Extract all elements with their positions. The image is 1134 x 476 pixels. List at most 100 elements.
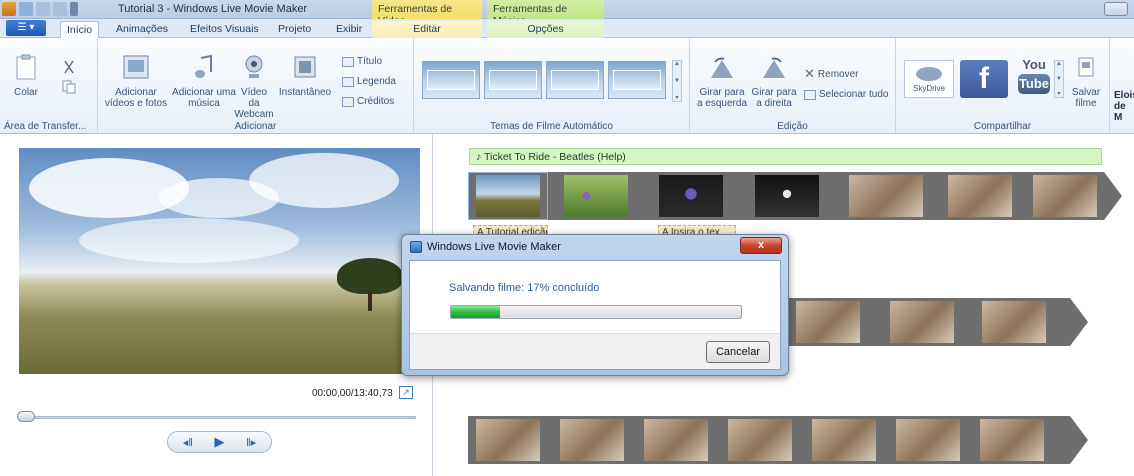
rotate-left-button[interactable]: Girar para a esquerda bbox=[696, 56, 748, 109]
tab-exibir[interactable]: Exibir bbox=[330, 21, 368, 38]
add-music-button[interactable]: Adicionar uma música bbox=[172, 54, 236, 109]
fullscreen-icon[interactable]: ↗ bbox=[399, 386, 413, 399]
save-icon[interactable] bbox=[19, 2, 33, 16]
rotate-right-label: Girar para a direita bbox=[751, 87, 797, 109]
group-automovie-themes: ▲ ▼ ▾ Temas de Filme Automático bbox=[414, 38, 690, 134]
group-edit: Girar para a esquerda Girar para a direi… bbox=[690, 38, 896, 134]
playback-controls: ◂‖ ▶ ‖▸ bbox=[167, 431, 272, 453]
save-movie-label: Salvar filme bbox=[1071, 87, 1101, 109]
progress-message: Salvando filme: 17% concluído bbox=[449, 282, 600, 294]
credits-label: Créditos bbox=[357, 96, 395, 107]
youtube-button[interactable]: You Tube bbox=[1014, 58, 1054, 98]
credits-icon bbox=[342, 96, 354, 107]
clip-thumbnail[interactable] bbox=[896, 419, 960, 461]
clip-thumbnail[interactable] bbox=[560, 419, 624, 461]
themes-gallery-scroll[interactable]: ▲ ▼ ▾ bbox=[672, 60, 682, 102]
music-track-label: Ticket To Ride - Beatles (Help) bbox=[483, 151, 626, 163]
storyboard-row-2 bbox=[786, 298, 1070, 346]
paste-button[interactable]: Colar bbox=[8, 54, 44, 98]
dialog-close-button[interactable]: x bbox=[740, 237, 782, 254]
music-track-bar[interactable]: ♪ Ticket To Ride - Beatles (Help) bbox=[469, 148, 1102, 165]
theme-thumbnail-3[interactable] bbox=[546, 61, 604, 99]
clip-thumbnail[interactable] bbox=[1033, 175, 1097, 217]
share-gallery-scroll[interactable]: ▲ ▼ ▾ bbox=[1054, 60, 1064, 98]
tab-efeitos-visuais[interactable]: Efeitos Visuais bbox=[184, 21, 265, 38]
clip-thumbnail[interactable] bbox=[948, 175, 1012, 217]
redo-icon[interactable] bbox=[53, 2, 67, 16]
context-tab-video-tools: Ferramentas de Vídeo bbox=[372, 0, 482, 27]
clip-thumbnail[interactable] bbox=[659, 175, 723, 217]
copy-icon[interactable] bbox=[62, 80, 76, 94]
quick-access-toolbar bbox=[2, 2, 78, 16]
clip-thumbnail[interactable] bbox=[644, 419, 708, 461]
credits-button[interactable]: Créditos bbox=[342, 96, 394, 107]
title-button[interactable]: Título bbox=[342, 56, 382, 67]
ribbon: Colar Área de Transfer... Adicionar víde… bbox=[0, 38, 1134, 134]
theme-thumbnail-2[interactable] bbox=[484, 61, 542, 99]
remove-button[interactable]: ✕ Remover bbox=[804, 66, 858, 82]
seek-slider[interactable] bbox=[19, 416, 416, 419]
webcam-button[interactable]: Vídeo da Webcam bbox=[234, 54, 274, 120]
save-movie-button[interactable]: Salvar filme bbox=[1068, 56, 1104, 109]
movie-maker-icon bbox=[410, 241, 422, 253]
minimize-button[interactable] bbox=[1104, 2, 1128, 16]
app-menu-icon[interactable] bbox=[2, 2, 16, 16]
clip-thumbnail[interactable] bbox=[849, 175, 923, 217]
clip-thumbnail[interactable] bbox=[755, 175, 819, 217]
tab-projeto[interactable]: Projeto bbox=[272, 21, 317, 38]
tree-image bbox=[337, 258, 403, 294]
previous-frame-icon[interactable]: ◂‖ bbox=[183, 436, 193, 449]
clip-thumbnail[interactable] bbox=[980, 419, 1044, 461]
context-tab-music-tools: Ferramentas de Música bbox=[487, 0, 604, 27]
caption-button[interactable]: Legenda bbox=[342, 76, 396, 87]
select-all-button[interactable]: Selecionar tudo bbox=[804, 89, 889, 100]
cut-icon[interactable] bbox=[62, 60, 76, 74]
progress-bar bbox=[450, 305, 742, 319]
skydrive-button[interactable]: SkyDrive bbox=[904, 60, 954, 98]
paste-label: Colar bbox=[14, 87, 38, 98]
title-label: Título bbox=[357, 56, 383, 67]
clip-thumbnail[interactable] bbox=[728, 419, 792, 461]
file-menu-button[interactable]: ☰ ▾ bbox=[6, 20, 46, 36]
clip-thumbnail[interactable] bbox=[812, 419, 876, 461]
clip-thumbnail[interactable] bbox=[476, 419, 540, 461]
snapshot-icon bbox=[294, 56, 316, 78]
tab-animacoes[interactable]: Animações bbox=[110, 21, 174, 38]
sign-in-area[interactable]: Elois de M bbox=[1114, 90, 1134, 123]
facebook-button[interactable]: f bbox=[960, 60, 1008, 98]
tab-editar[interactable]: Editar bbox=[372, 21, 482, 38]
add-music-label: Adicionar uma música bbox=[172, 87, 236, 109]
caption-icon bbox=[342, 76, 354, 87]
customize-qat-icon[interactable] bbox=[70, 2, 78, 16]
seek-slider-thumb[interactable] bbox=[17, 411, 35, 422]
clip-thumbnail[interactable] bbox=[890, 301, 954, 343]
clip-thumbnail[interactable] bbox=[982, 301, 1046, 343]
snapshot-button[interactable]: Instantâneo bbox=[276, 54, 334, 98]
cancel-button[interactable]: Cancelar bbox=[706, 341, 770, 363]
tab-opcoes[interactable]: Opções bbox=[487, 21, 604, 38]
group-label-share: Compartilhar bbox=[973, 121, 1032, 132]
title-icon bbox=[342, 56, 354, 67]
row-continue-arrow bbox=[1070, 416, 1088, 464]
rotate-right-button[interactable]: Girar para a direita bbox=[748, 56, 800, 109]
clip-thumbnail[interactable] bbox=[564, 175, 628, 217]
window-title: Tutorial 3 - Windows Live Movie Maker bbox=[118, 3, 308, 15]
save-movie-icon bbox=[1078, 57, 1094, 77]
group-label-edit: Edição bbox=[777, 121, 808, 132]
rotate-left-icon bbox=[711, 57, 733, 78]
film-photo-icon bbox=[123, 55, 149, 79]
storyboard-row-1 bbox=[468, 172, 1104, 220]
undo-icon[interactable] bbox=[36, 2, 50, 16]
add-videos-button[interactable]: Adicionar vídeos e fotos bbox=[104, 54, 168, 109]
select-all-label: Selecionar tudo bbox=[819, 89, 889, 100]
music-note-icon: ♪ bbox=[476, 151, 484, 163]
preview-pane: 00:00,00/13:40,73 ↗ ◂‖ ▶ ‖▸ bbox=[0, 134, 433, 476]
tab-inicio[interactable]: Início bbox=[60, 21, 100, 38]
clip-thumbnail[interactable] bbox=[796, 301, 860, 343]
theme-thumbnail-4[interactable] bbox=[608, 61, 666, 99]
youtube-tube-label: Tube bbox=[1018, 74, 1050, 94]
theme-thumbnail-1[interactable] bbox=[422, 61, 480, 99]
play-icon[interactable]: ▶ bbox=[214, 434, 224, 450]
next-frame-icon[interactable]: ‖▸ bbox=[246, 436, 256, 449]
webcam-label: Vídeo da Webcam bbox=[234, 87, 274, 120]
